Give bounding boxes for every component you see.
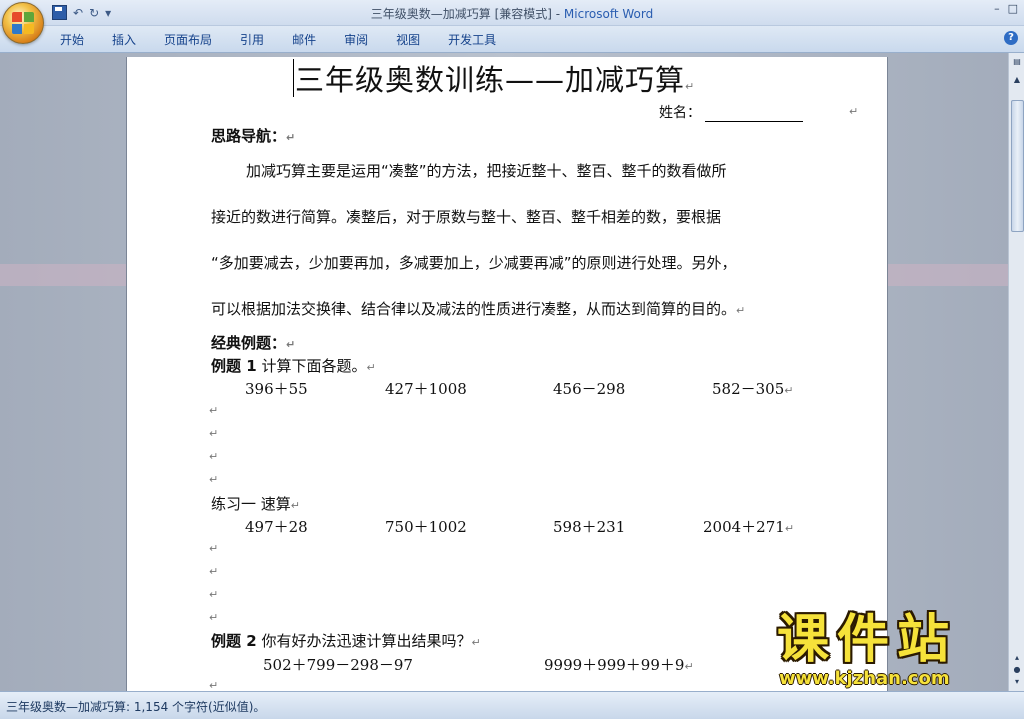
window-controls: – □ xyxy=(994,2,1018,15)
status-text: 三年级奥数—加减巧算: 1,154 个字符(近似值)。 xyxy=(6,700,266,714)
problem: 582－305↵ xyxy=(712,380,794,398)
scroll-up-icon[interactable]: ▲ xyxy=(1012,75,1022,85)
problem: 427＋1008 xyxy=(385,380,467,398)
paragraph-mark: ↵ xyxy=(209,450,219,463)
maximize-button[interactable]: □ xyxy=(1008,2,1018,15)
paragraph-mark: ↵ xyxy=(209,542,219,555)
paragraph-mark: ↵ xyxy=(209,427,219,440)
tab-references[interactable]: 引用 xyxy=(240,31,264,48)
paragraph-mark: ↵ xyxy=(209,611,219,624)
watermark-text: 课件站 xyxy=(777,610,958,670)
tab-developer[interactable]: 开发工具 xyxy=(448,31,496,48)
problem: 456－298 xyxy=(553,380,626,398)
name-field: 姓名： xyxy=(659,102,803,122)
paragraph-mark: ↵ xyxy=(209,404,219,417)
window-title: 三年级奥数—加减巧算 [兼容模式] - Microsoft Word xyxy=(0,5,1024,22)
problem: 9999＋999＋99＋9↵ xyxy=(544,656,694,674)
scrollbar-thumb[interactable] xyxy=(1011,100,1024,232)
heading-examples: 经典例题：↵ xyxy=(211,334,296,352)
watermark-logo: 课件站 www.kjzhan.com xyxy=(777,612,1007,692)
practice-heading: 练习一 速算↵ xyxy=(211,495,300,513)
title-bar: ↶ ↻ ▾ 三年级奥数—加减巧算 [兼容模式] - Microsoft Word… xyxy=(0,0,1024,26)
document-page[interactable]: 三年级奥数训练——加减巧算↵ 姓名： ↵ 思路导航：↵ 加减巧算主要是运用“凑整… xyxy=(127,57,887,697)
problem: 598＋231 xyxy=(553,518,626,536)
problem: 750＋1002 xyxy=(385,518,467,536)
text-cursor xyxy=(293,59,294,97)
paragraph-mark: ↵ xyxy=(209,588,219,601)
office-logo-icon xyxy=(12,12,34,34)
paragraph-mark: ↵ xyxy=(209,473,219,486)
next-page-icon[interactable]: ▾ xyxy=(1012,677,1022,687)
heading-strategy: 思路导航：↵ xyxy=(211,127,296,145)
tab-mailings[interactable]: 邮件 xyxy=(292,31,316,48)
previous-page-icon[interactable]: ▴ xyxy=(1012,653,1022,663)
name-blank xyxy=(705,107,803,122)
example-1-heading: 例题 1 计算下面各题。↵ xyxy=(211,357,376,375)
tab-home[interactable]: 开始 xyxy=(60,31,84,48)
office-button[interactable] xyxy=(2,2,44,44)
problem: 396＋55 xyxy=(245,380,308,398)
example-2-heading: 例题 2 你有好办法迅速计算出结果吗？↵ xyxy=(211,632,481,650)
document-title: 三年级奥数训练——加减巧算↵ xyxy=(295,63,696,97)
paragraph-line: 加减巧算主要是运用“凑整”的方法，把接近整十、整百、整千的数看做所 xyxy=(246,162,727,180)
status-bar: 三年级奥数—加减巧算: 1,154 个字符(近似值)。 xyxy=(0,691,1024,719)
tab-insert[interactable]: 插入 xyxy=(112,31,136,48)
window-title-app: Microsoft Word xyxy=(563,7,654,21)
problem: 2004＋271↵ xyxy=(703,518,795,536)
document-workspace: 三年级奥数训练——加减巧算↵ 姓名： ↵ 思路导航：↵ 加减巧算主要是运用“凑整… xyxy=(0,53,1008,697)
help-icon[interactable]: ? xyxy=(1004,31,1018,45)
vertical-scrollbar[interactable]: ▤ ▲ ▴ ● ▾ xyxy=(1008,53,1024,691)
problem: 502＋799－298－97 xyxy=(263,656,413,674)
tab-view[interactable]: 视图 xyxy=(396,31,420,48)
watermark-url: www.kjzhan.com xyxy=(779,668,950,689)
problem: 497＋28 xyxy=(245,518,308,536)
paragraph-mark: ↵ xyxy=(849,105,859,118)
paragraph-line: “多加要减去，少加要再加，多减要加上，少减要再减”的原则进行处理。另外， xyxy=(211,254,737,272)
ribbon-tabs: 开始 插入 页面布局 引用 邮件 审阅 视图 开发工具 ? xyxy=(0,26,1024,53)
ruler-toggle-icon[interactable]: ▤ xyxy=(1012,57,1022,67)
paragraph-line: 可以根据加法交换律、结合律以及减法的性质进行凑整，从而达到简算的目的。↵ xyxy=(211,300,746,318)
paragraph-mark: ↵ xyxy=(209,565,219,578)
tab-review[interactable]: 审阅 xyxy=(344,31,368,48)
name-label: 姓名： xyxy=(659,105,701,121)
window-title-document: 三年级奥数—加减巧算 [兼容模式] - xyxy=(370,7,564,21)
select-browse-object-icon[interactable]: ● xyxy=(1012,665,1022,675)
paragraph-line: 接近的数进行简算。凑整后，对于原数与整十、整百、整千相差的数，要根据 xyxy=(211,208,722,226)
tab-page-layout[interactable]: 页面布局 xyxy=(164,31,212,48)
minimize-button[interactable]: – xyxy=(994,2,1000,15)
